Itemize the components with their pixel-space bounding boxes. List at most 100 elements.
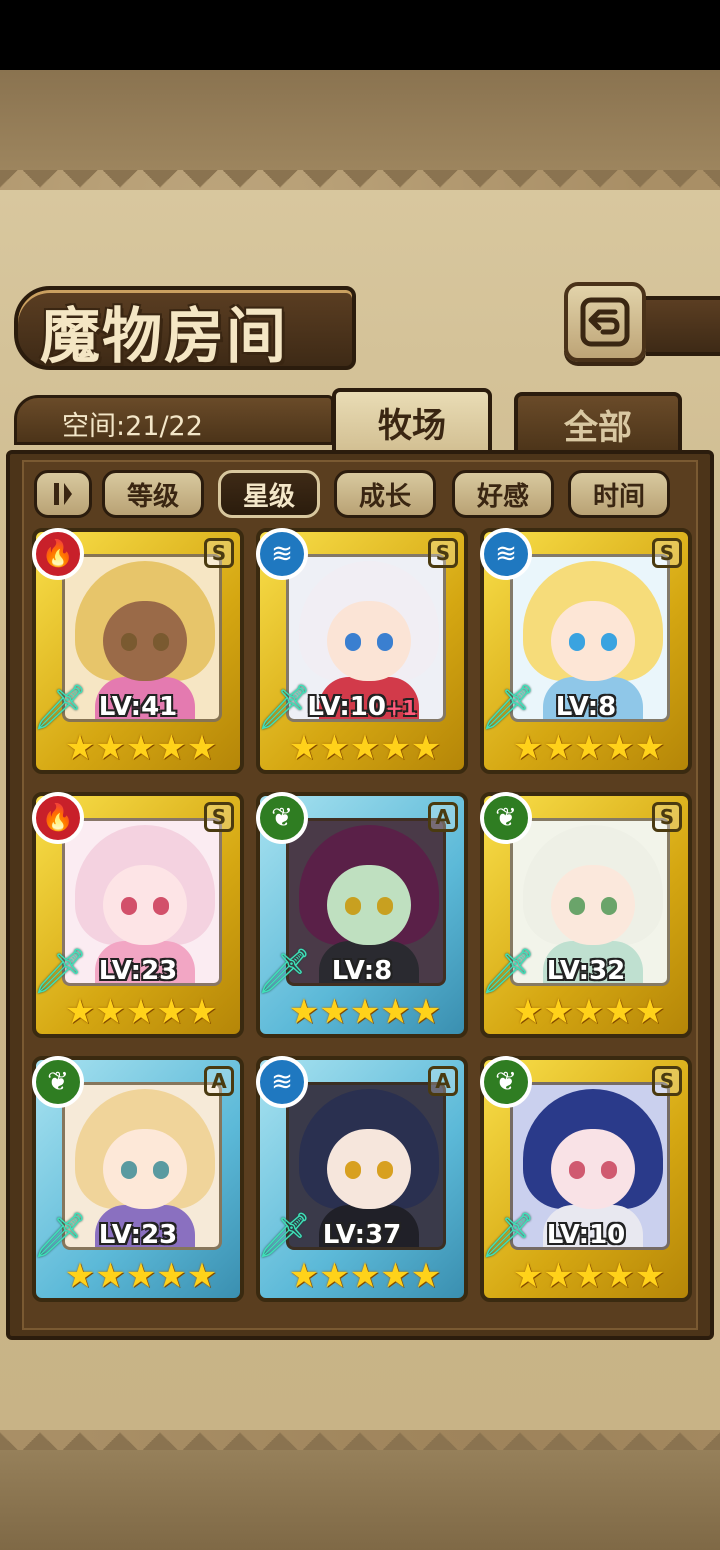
monster-card[interactable]: ❦ S 🗡 LV:10 ★ ★ ★ ★ ★ [480, 1056, 692, 1302]
star-icon: ★ [543, 728, 574, 768]
star-icon: ★ [125, 992, 157, 1032]
star-icon: ★ [512, 728, 544, 768]
star-icon: ★ [64, 728, 96, 768]
star-icon: ★ [64, 992, 96, 1032]
star-rating: ★ ★ ★ ★ ★ [64, 728, 218, 768]
back-button[interactable] [564, 282, 646, 362]
level-label: LV:41 [98, 692, 178, 722]
water-element-icon: ≋ [256, 1056, 308, 1108]
monster-card[interactable]: 🔥 S 🗡 LV:23 ★ ★ ★ ★ ★ [32, 792, 244, 1038]
level-label: LV:37 [322, 1220, 402, 1250]
sort-toggle-icon [54, 483, 72, 505]
page-title: 魔物房间 [40, 302, 288, 372]
star-icon: ★ [95, 728, 126, 768]
star-icon: ★ [95, 992, 126, 1032]
star-icon: ★ [186, 992, 218, 1032]
star-rating: ★ ★ ★ ★ ★ [512, 992, 666, 1032]
monster-card[interactable]: ≋ S 🗡 LV:8 ★ ★ ★ ★ ★ [480, 528, 692, 774]
level-label: LV:8 [555, 692, 617, 722]
star-icon: ★ [573, 1256, 605, 1296]
monster-card[interactable]: ❦ S 🗡 LV:32 ★ ★ ★ ★ ★ [480, 792, 692, 1038]
capacity-label: 空间:21/22 [62, 411, 203, 442]
monster-card[interactable]: ≋ S 🗡 LV:10+1 ★ ★ ★ ★ ★ [256, 528, 468, 774]
star-rating: ★ ★ ★ ★ ★ [65, 1256, 217, 1296]
rank-badge: A [428, 802, 458, 832]
star-icon: ★ [543, 1256, 574, 1296]
star-icon: ★ [634, 992, 666, 1032]
filter-affection[interactable]: 好感 [452, 470, 554, 518]
rank-badge: S [428, 538, 458, 568]
star-icon: ★ [604, 992, 635, 1032]
rank-badge: S [204, 538, 234, 568]
star-icon: ★ [288, 1256, 320, 1296]
star-icon: ★ [288, 728, 320, 768]
fire-element-icon: 🔥 [32, 792, 84, 844]
rank-badge: S [652, 1066, 682, 1096]
filter-star[interactable]: 星级 [218, 470, 320, 518]
level-label: LV:8 [331, 956, 393, 986]
star-icon: ★ [349, 1256, 381, 1296]
star-icon: ★ [573, 728, 605, 768]
star-icon: ★ [573, 992, 605, 1032]
level-bonus: +1 [385, 696, 417, 720]
star-icon: ★ [380, 1256, 411, 1296]
monster-card[interactable]: ≋ A 🗡 LV:37 ★ ★ ★ ★ ★ [256, 1056, 468, 1302]
star-icon: ★ [186, 728, 218, 768]
level-label: LV:10+1 [307, 692, 417, 722]
monster-card[interactable]: ❦ A 🗡 LV:8 ★ ★ ★ ★ ★ [256, 792, 468, 1038]
filter-level[interactable]: 等级 [102, 470, 204, 518]
star-icon: ★ [604, 1256, 635, 1296]
star-icon: ★ [125, 728, 157, 768]
star-icon: ★ [634, 728, 666, 768]
rank-badge: S [652, 802, 682, 832]
monster-card[interactable]: 🔥 S 🗡 LV:41 ★ ★ ★ ★ ★ [32, 528, 244, 774]
level-label: LV:23 [98, 956, 178, 986]
star-icon: ★ [512, 992, 544, 1032]
star-rating: ★ ★ ★ ★ ★ [64, 992, 218, 1032]
star-icon: ★ [634, 1256, 666, 1296]
star-icon: ★ [410, 992, 442, 1032]
tab-ranch[interactable]: 牧场 [332, 388, 492, 452]
level-label: LV:10 [546, 1220, 626, 1250]
scroll-edge-bottom [0, 1420, 720, 1450]
star-icon: ★ [319, 728, 350, 768]
star-icon: ★ [288, 992, 320, 1032]
rank-badge: S [204, 802, 234, 832]
water-element-icon: ≋ [256, 528, 308, 580]
star-icon: ★ [380, 992, 411, 1032]
star-icon: ★ [156, 1256, 187, 1296]
star-icon: ★ [349, 992, 381, 1032]
filter-growth[interactable]: 成长 [334, 470, 436, 518]
monster-card[interactable]: ❦ A 🗡 LV:23 ★ ★ ★ ★ ★ [32, 1056, 244, 1302]
rank-badge: A [428, 1066, 458, 1096]
tab-all[interactable]: 全部 [514, 392, 682, 452]
star-icon: ★ [410, 728, 442, 768]
star-icon: ★ [95, 1256, 126, 1296]
back-arrow-icon [580, 297, 630, 347]
star-rating: ★ ★ ★ ★ ★ [512, 728, 666, 768]
nature-element-icon: ❦ [480, 1056, 532, 1108]
filter-time[interactable]: 时间 [568, 470, 670, 518]
star-rating: ★ ★ ★ ★ ★ [288, 1256, 442, 1296]
star-icon: ★ [543, 992, 574, 1032]
nature-element-icon: ❦ [256, 792, 308, 844]
star-icon: ★ [319, 1256, 350, 1296]
star-icon: ★ [349, 728, 381, 768]
star-icon: ★ [410, 1256, 442, 1296]
scroll-edge-top [0, 170, 720, 200]
nature-element-icon: ❦ [32, 1056, 84, 1108]
rank-badge: A [204, 1066, 234, 1096]
level-label: LV:32 [546, 956, 626, 986]
star-icon: ★ [125, 1256, 157, 1296]
water-element-icon: ≋ [480, 528, 532, 580]
map-band-top [0, 70, 720, 170]
star-rating: ★ ★ ★ ★ ★ [513, 1256, 666, 1296]
star-icon: ★ [380, 728, 411, 768]
map-band-bottom [0, 1450, 720, 1550]
star-icon: ★ [604, 728, 635, 768]
star-icon: ★ [156, 728, 187, 768]
rank-badge: S [652, 538, 682, 568]
star-rating: ★ ★ ★ ★ ★ [288, 992, 442, 1032]
status-bar [0, 0, 720, 70]
sort-toggle-button[interactable] [34, 470, 92, 518]
